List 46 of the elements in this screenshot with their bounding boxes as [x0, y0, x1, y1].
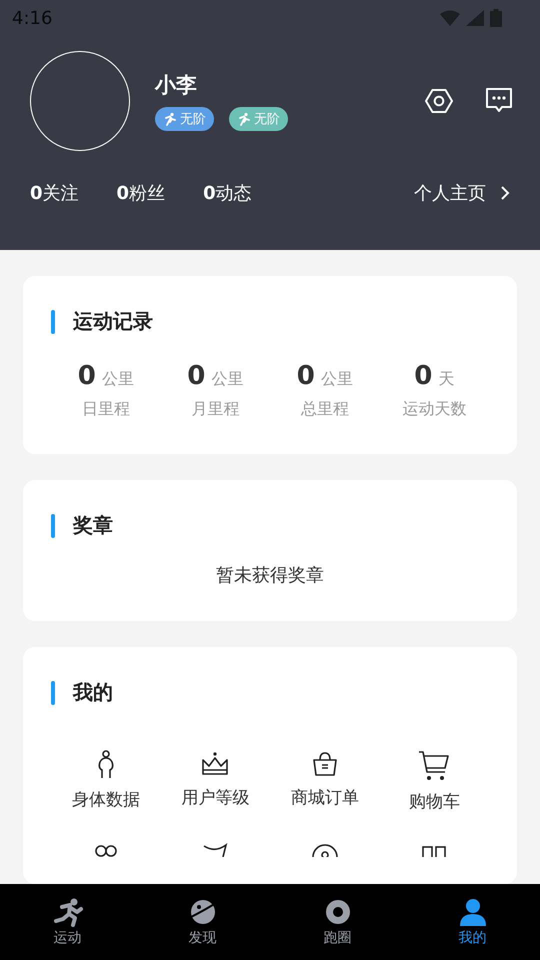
stat-link[interactable]: 0粉丝 — [116, 181, 166, 205]
runner-icon — [52, 897, 82, 927]
stat-value: 0 — [414, 361, 432, 391]
nav-tab[interactable]: 运动 — [0, 884, 135, 960]
stat-label: 总里程 — [300, 399, 349, 420]
level-badge: 无阶 — [155, 107, 214, 131]
stat-link[interactable]: 0动态 — [203, 181, 252, 205]
nav-tab[interactable]: 跑圈 — [270, 884, 405, 960]
nav-tab[interactable]: 我的 — [405, 884, 540, 960]
cart-icon — [418, 750, 450, 782]
status-time: 4:16 — [12, 8, 54, 28]
menu-item[interactable]: 商城订单 — [270, 750, 380, 813]
bag-icon — [310, 750, 339, 778]
stat-value: 0 — [296, 361, 315, 391]
wifi-icon — [440, 10, 460, 26]
signal-icon — [466, 10, 484, 26]
nav-tab[interactable]: 发现 — [135, 884, 270, 960]
empty-message: 暂未获得奖章 — [216, 565, 324, 586]
section-title: 奖章 — [73, 512, 113, 539]
battery-icon — [490, 9, 502, 27]
section-title: 我的 — [73, 679, 113, 706]
stat-unit: 公里 — [102, 369, 134, 390]
stat-label: 运动天数 — [402, 399, 466, 420]
stat-value: 0 — [78, 361, 96, 391]
menu-item[interactable]: 购物车 — [380, 750, 489, 813]
stat-label: 日里程 — [82, 399, 130, 420]
avatar[interactable] — [30, 51, 130, 151]
person-icon — [458, 897, 488, 927]
stat-link[interactable]: 0关注 — [30, 181, 79, 205]
crown-icon — [201, 750, 230, 778]
stat-unit: 公里 — [320, 369, 353, 390]
menu-item[interactable]: 身体数据 — [51, 750, 160, 813]
chevron-right-icon — [500, 185, 510, 201]
circles-icon — [94, 843, 118, 857]
stat-unit: 天 — [438, 369, 454, 390]
message-icon[interactable] — [484, 87, 514, 115]
menu-item[interactable]: 用户等级 — [160, 750, 270, 813]
user-name: 小李 — [155, 72, 197, 99]
grid-icon — [421, 843, 448, 857]
homepage-link[interactable]: 个人主页 — [414, 181, 486, 205]
stat-label: 月里程 — [191, 399, 240, 420]
stat-unit: 公里 — [211, 369, 244, 390]
stat-value: 0 — [187, 361, 206, 391]
level-badge: 无阶 — [229, 107, 288, 131]
settings-icon[interactable] — [424, 86, 454, 116]
section-title: 运动记录 — [73, 308, 153, 335]
